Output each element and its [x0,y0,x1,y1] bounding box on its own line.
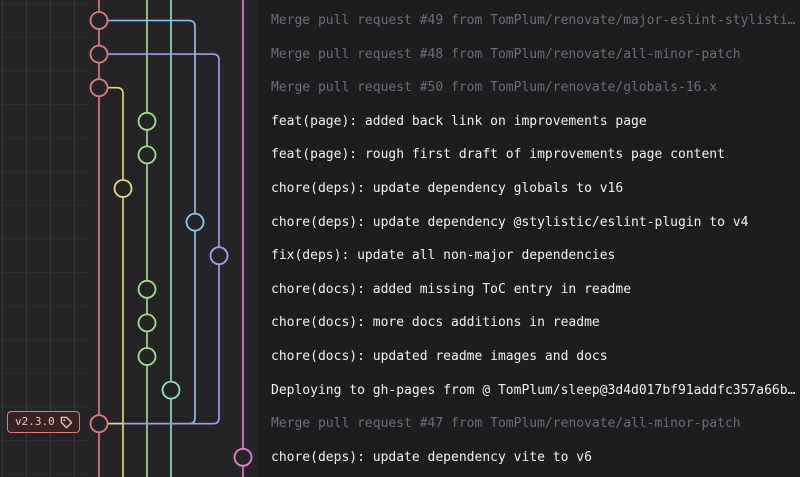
commit-row[interactable]: Deploying to gh-pages from @ TomPlum/sle… [257,374,800,408]
commit-row[interactable]: chore(deps): update dependency vite to v… [257,441,800,475]
tag-icon [60,416,73,429]
branch-line [99,255,220,425]
commit-row[interactable]: Merge pull request #50 from TomPlum/reno… [257,71,800,105]
commit-node [233,447,253,467]
commit-list: Merge pull request #49 from TomPlum/reno… [257,4,800,474]
commit-node [89,414,109,434]
commit-graph [0,0,253,477]
commit-node [89,44,109,64]
commit-row[interactable]: Merge pull request #49 from TomPlum/reno… [257,4,800,38]
commit-node [137,111,157,131]
commit-node [89,78,109,98]
commit-row[interactable]: Merge pull request #48 from TomPlum/reno… [257,38,800,72]
tag-badge[interactable]: v2.3.0 [7,411,80,433]
commit-row[interactable]: chore(docs): more docs additions in read… [257,306,800,340]
commit-node [209,246,229,266]
commit-node [137,313,157,333]
tag-label: v2.3.0 [15,415,55,428]
commit-row[interactable]: chore(docs): added missing ToC entry in … [257,273,800,307]
commit-row[interactable]: chore(deps): update dependency globals t… [257,172,800,206]
commit-row[interactable]: feat(page): added back link on improveme… [257,105,800,139]
commit-row[interactable]: Merge pull request #47 from TomPlum/reno… [257,407,800,441]
commit-row[interactable]: feat(page): rough first draft of improve… [257,138,800,172]
commit-row[interactable]: fix(deps): update all non-major dependen… [257,239,800,273]
commit-node [89,11,109,30]
commit-graph-panel [0,0,257,477]
commit-row[interactable]: chore(deps): update dependency @stylisti… [257,206,800,240]
commit-node [185,212,205,232]
commit-node [113,179,133,198]
commit-row[interactable]: chore(docs): updated readme images and d… [257,340,800,374]
commit-node [137,347,157,366]
commit-node [161,380,181,400]
commit-node [137,279,157,299]
commit-node [137,145,157,165]
